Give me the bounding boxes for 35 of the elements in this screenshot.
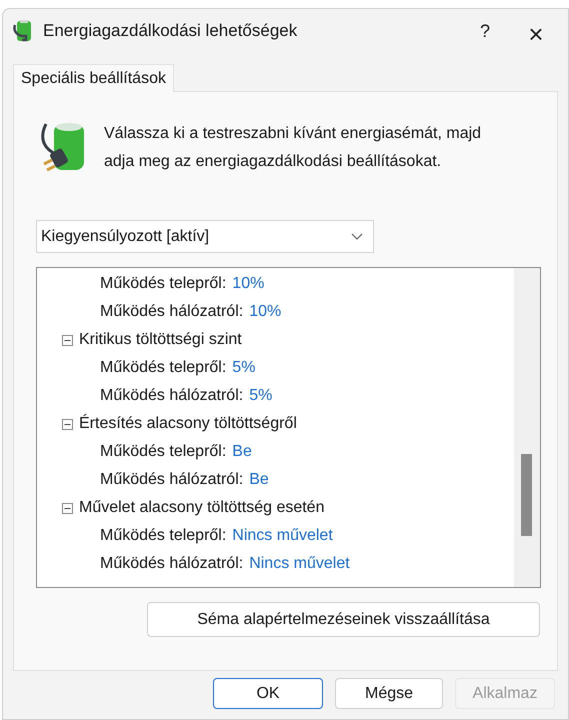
setting-value[interactable]: 10% xyxy=(232,272,264,296)
collapse-icon[interactable] xyxy=(62,502,73,514)
setting-label: Működés hálózatról: xyxy=(100,302,244,322)
tab[interactable]: Speciális beállítások xyxy=(13,64,174,92)
setting-value[interactable]: 5% xyxy=(232,356,256,380)
setting-label: Működés telepről: xyxy=(100,274,226,294)
dropdown-value: Kiegyensúlyozott [aktív] xyxy=(41,226,210,246)
setting-value[interactable]: 10% xyxy=(249,300,282,324)
setting-label: Működés telepről: xyxy=(100,526,226,546)
setting-value[interactable]: Nincs művelet xyxy=(249,552,350,576)
setting-label: Működés telepről: xyxy=(100,442,226,462)
close-button[interactable]: × xyxy=(508,15,564,47)
setting-label: Működés telepről: xyxy=(100,358,226,378)
dialog-button[interactable]: Mégse xyxy=(335,678,443,709)
setting-label: Működés hálózatról: xyxy=(100,554,244,574)
instruction-text: Válassza ki a testreszabni kívánt energiasémát, majd adja meg az energiagazdálkodási beállításokat. xyxy=(104,124,482,172)
restore-defaults-button[interactable]: Séma alapértelmezéseinek visszaállítása xyxy=(147,602,540,637)
setting-label: Működés hálózatról: xyxy=(100,470,244,490)
tree-group-label[interactable]: Művelet alacsony töltöttség esetén xyxy=(79,496,324,520)
setting-value[interactable]: Be xyxy=(232,440,252,464)
chevron-down-icon xyxy=(351,232,363,240)
scrollbar-thumb[interactable] xyxy=(521,454,532,536)
window-title: Energiagazdálkodási lehetőségek xyxy=(43,20,298,42)
setting-value[interactable]: Nincs művelet xyxy=(232,524,333,548)
setting-label: Működés hálózatról: xyxy=(100,386,244,406)
setting-value[interactable]: Be xyxy=(249,468,269,492)
scheme-dropdown[interactable]: Kiegyensúlyozott [aktív] xyxy=(36,220,374,253)
help-button[interactable]: ? xyxy=(462,15,508,47)
tree-group-label[interactable]: Kritikus töltöttségi szint xyxy=(79,328,242,352)
dialog-button[interactable]: OK xyxy=(213,678,323,709)
collapse-icon[interactable] xyxy=(62,418,73,430)
tree-group-label[interactable]: Értesítés alacsony töltöttségről xyxy=(79,412,297,436)
setting-value[interactable]: 5% xyxy=(249,384,272,408)
scrollbar[interactable] xyxy=(514,268,540,587)
collapse-icon[interactable] xyxy=(62,334,73,346)
